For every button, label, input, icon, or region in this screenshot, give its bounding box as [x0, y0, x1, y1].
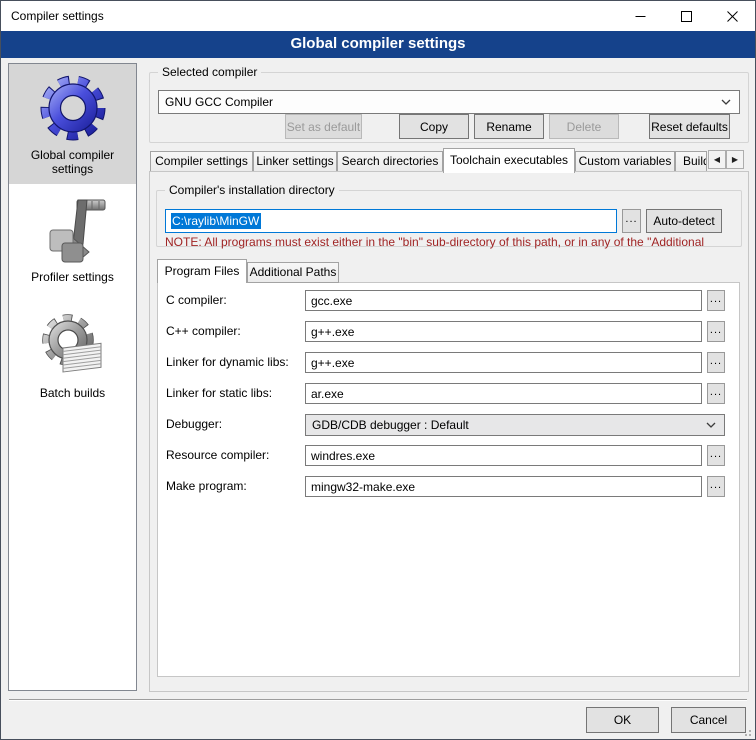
rename-button[interactable]: Rename	[474, 114, 544, 139]
compiler-settings-dialog: Compiler settings Global compiler settin…	[0, 0, 756, 740]
caliper-icon	[37, 194, 109, 266]
minimize-icon	[635, 11, 646, 22]
tab-custom-variables[interactable]: Custom variables	[575, 151, 675, 172]
install-dir-value: C:\raylib\MinGW	[171, 213, 261, 229]
minimize-button[interactable]	[617, 1, 663, 31]
tab-additional-paths[interactable]: Additional Paths	[247, 262, 339, 283]
resource-compiler-value: windres.exe	[311, 449, 375, 463]
c-compiler-input[interactable]: gcc.exe	[305, 290, 702, 311]
resource-compiler-input[interactable]: windres.exe	[305, 445, 702, 466]
tab-build-options[interactable]: Build options	[675, 151, 707, 172]
resize-grip[interactable]	[741, 726, 751, 736]
ok-button[interactable]: OK	[586, 707, 659, 733]
debugger-select[interactable]: GDB/CDB debugger : Default	[305, 414, 725, 436]
install-dir-group: Compiler's installation directory C:\ray…	[156, 190, 742, 247]
resource-compiler-label: Resource compiler:	[166, 448, 269, 462]
selected-compiler-group: Selected compiler GNU GCC Compiler Set a…	[149, 72, 749, 143]
program-files-page: C compiler: gcc.exe ... C++ compiler: g+…	[157, 282, 740, 677]
debugger-select-value: GDB/CDB debugger : Default	[312, 418, 469, 432]
linker-dynamic-input[interactable]: g++.exe	[305, 352, 702, 373]
footer-divider-highlight	[9, 700, 747, 701]
make-program-browse-button[interactable]: ...	[707, 476, 725, 497]
compiler-select-value: GNU GCC Compiler	[165, 95, 273, 109]
tab-linker-settings[interactable]: Linker settings	[253, 151, 337, 172]
sidebar-item-label: Profiler settings	[9, 270, 136, 292]
window-title: Compiler settings	[11, 1, 104, 31]
selected-compiler-legend: Selected compiler	[158, 65, 261, 79]
set-as-default-button[interactable]: Set as default	[285, 114, 362, 139]
linker-static-value: ar.exe	[311, 387, 344, 401]
program-files-tab-strip: Program Files Additional Paths	[157, 259, 557, 283]
linker-dynamic-label: Linker for dynamic libs:	[166, 355, 289, 369]
delete-button[interactable]: Delete	[549, 114, 619, 139]
close-icon	[727, 11, 738, 22]
linker-static-label: Linker for static libs:	[166, 386, 272, 400]
sidebar-item-label: Batch builds	[9, 386, 136, 408]
make-program-label: Make program:	[166, 479, 247, 493]
chevron-down-icon	[706, 422, 716, 428]
make-program-input[interactable]: mingw32-make.exe	[305, 476, 702, 497]
c-compiler-browse-button[interactable]: ...	[707, 290, 725, 311]
sidebar-item-profiler-settings[interactable]: Profiler settings	[9, 184, 136, 296]
linker-static-browse-button[interactable]: ...	[707, 383, 725, 404]
tab-scroll-left-button[interactable]: ◀	[708, 150, 726, 169]
title-bar[interactable]: Compiler settings	[1, 1, 755, 31]
install-dir-input[interactable]: C:\raylib\MinGW	[165, 209, 617, 233]
blue-gear-icon	[37, 72, 109, 144]
cpp-compiler-label: C++ compiler:	[166, 324, 241, 338]
auto-detect-button[interactable]: Auto-detect	[646, 209, 722, 233]
settings-tab-strip: Compiler settings Linker settings Search…	[150, 148, 750, 172]
maximize-icon	[681, 11, 692, 22]
arrow-left-icon: ◀	[714, 155, 720, 164]
c-compiler-label: C compiler:	[166, 293, 227, 307]
cancel-button[interactable]: Cancel	[671, 707, 746, 733]
close-button[interactable]	[709, 1, 755, 31]
tab-program-files[interactable]: Program Files	[157, 259, 247, 283]
linker-dynamic-browse-button[interactable]: ...	[707, 352, 725, 373]
cpp-compiler-input[interactable]: g++.exe	[305, 321, 702, 342]
tab-search-directories[interactable]: Search directories	[337, 151, 443, 172]
cpp-compiler-browse-button[interactable]: ...	[707, 321, 725, 342]
compiler-select[interactable]: GNU GCC Compiler	[158, 90, 740, 114]
arrow-right-icon: ▶	[732, 155, 738, 164]
tab-compiler-settings[interactable]: Compiler settings	[150, 151, 253, 172]
settings-category-list: Global compiler settings Profiler settin…	[8, 63, 137, 691]
sidebar-item-batch-builds[interactable]: Batch builds	[9, 296, 136, 420]
resource-compiler-browse-button[interactable]: ...	[707, 445, 725, 466]
page-title: Global compiler settings	[1, 31, 755, 58]
linker-static-input[interactable]: ar.exe	[305, 383, 702, 404]
gear-stack-icon	[37, 310, 109, 382]
maximize-button[interactable]	[663, 1, 709, 31]
sidebar-item-global-compiler-settings[interactable]: Global compiler settings	[9, 64, 136, 184]
install-dir-legend: Compiler's installation directory	[165, 183, 339, 197]
debugger-label: Debugger:	[166, 417, 222, 431]
cpp-compiler-value: g++.exe	[311, 325, 354, 339]
copy-button[interactable]: Copy	[399, 114, 469, 139]
chevron-down-icon	[721, 99, 731, 105]
make-program-value: mingw32-make.exe	[311, 480, 415, 494]
sidebar-item-label: Global compiler settings	[9, 148, 136, 184]
tab-toolchain-executables[interactable]: Toolchain executables	[443, 148, 575, 173]
install-dir-browse-button[interactable]: ...	[622, 209, 641, 233]
tab-scroll-right-button[interactable]: ▶	[726, 150, 744, 169]
linker-dynamic-value: g++.exe	[311, 356, 354, 370]
reset-defaults-button[interactable]: Reset defaults	[649, 114, 730, 139]
c-compiler-value: gcc.exe	[311, 294, 352, 308]
install-dir-note: NOTE: All programs must exist either in …	[165, 235, 737, 249]
